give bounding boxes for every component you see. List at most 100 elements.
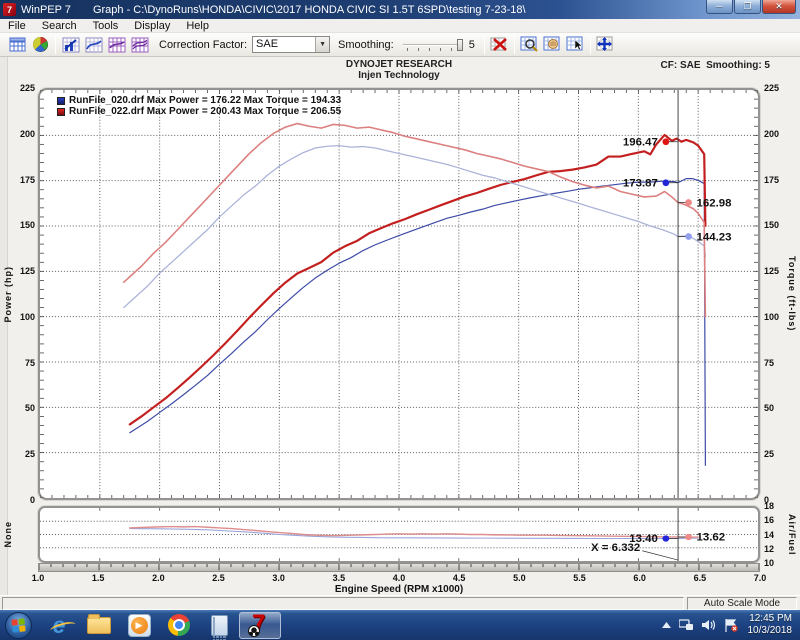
y-tick-left: 50 — [9, 403, 35, 413]
x-tick-label: 1.5 — [84, 573, 112, 583]
chart-subtitle: Injen Technology — [199, 70, 599, 81]
x-tick-label: 6.5 — [686, 573, 714, 583]
taskbar-calculator[interactable] — [199, 611, 239, 639]
taskbar-internet-explorer[interactable]: e — [39, 611, 79, 639]
series-line — [124, 146, 706, 308]
x-tick-label: 5.5 — [566, 573, 594, 583]
y-tick-left: 125 — [9, 266, 35, 276]
x-axis-title: Engine Speed (RPM x1000) — [38, 584, 760, 595]
window-controls: ─ ❐ ✕ — [705, 0, 796, 14]
select-graph-icon[interactable] — [564, 34, 587, 55]
calculator-icon — [211, 615, 228, 636]
volume-icon[interactable] — [702, 619, 716, 631]
move-cursor-icon[interactable] — [594, 34, 617, 55]
media-player-icon: ▶ — [128, 614, 151, 637]
color-wheel-icon[interactable] — [29, 34, 52, 55]
correction-factor-label: Correction Factor: — [159, 39, 247, 51]
af-tick-right: 14 — [764, 530, 790, 540]
graph-compare-icon[interactable] — [105, 34, 128, 55]
legend-label: RunFile_022.drf Max Power = 200.43 Max T… — [69, 106, 341, 117]
svg-text:144.23: 144.23 — [697, 231, 732, 243]
desktop: 7 WinPEP 7 Graph - C:\DynoRuns\HONDA\CIV… — [0, 0, 800, 640]
y-tick-right: 175 — [764, 175, 790, 185]
series-line — [130, 527, 698, 538]
folder-icon — [87, 617, 111, 634]
y-tick-right: 100 — [764, 312, 790, 322]
svg-text:162.98: 162.98 — [697, 197, 732, 209]
correction-factor-select[interactable]: SAE ▼ — [252, 36, 330, 53]
y-tick-right: 50 — [764, 403, 790, 413]
y-tick-right: 225 — [764, 83, 790, 93]
close-button[interactable]: ✕ — [762, 0, 796, 14]
series-line — [130, 135, 706, 424]
svg-text:196.47: 196.47 — [623, 137, 658, 149]
chevron-down-icon[interactable]: ▼ — [315, 37, 329, 52]
af-tick-right: 12 — [764, 544, 790, 554]
x-tick-label: 4.5 — [445, 573, 473, 583]
x-tick-label: 5.0 — [505, 573, 533, 583]
y-tick-right: 200 — [764, 129, 790, 139]
legend-run022: RunFile_022.drf Max Power = 200.43 Max T… — [57, 106, 341, 117]
x-tick-label: 4.0 — [385, 573, 413, 583]
main-plot[interactable]: 196.47173.87162.98144.23 RunFile_020.drf… — [38, 88, 760, 500]
winpep-icon: 7 — [248, 613, 272, 637]
menu-search[interactable]: Search — [34, 19, 85, 33]
y-tick-left: 200 — [9, 129, 35, 139]
x-tick-label: 3.5 — [325, 573, 353, 583]
action-center-flag-icon[interactable] — [724, 619, 738, 632]
power-torque-chart: 196.47173.87162.98144.23 — [40, 90, 758, 498]
windows-logo-icon — [11, 618, 25, 632]
pan-graph-icon[interactable] — [541, 34, 564, 55]
air-fuel-plot[interactable]: 13.4013.62X = 6.332 — [38, 506, 760, 563]
taskbar-winpep-active[interactable]: 7 — [239, 612, 281, 639]
menu-help[interactable]: Help — [178, 19, 217, 33]
chart-correction-info: CF: SAE Smoothing: 5 — [390, 60, 770, 71]
start-button[interactable] — [5, 612, 32, 639]
legend-swatch-red — [57, 108, 65, 116]
y-tick-left: 150 — [9, 220, 35, 230]
x-tick-label: 3.0 — [265, 573, 293, 583]
system-tray: 12:45 PM 10/3/2018 — [658, 613, 800, 637]
taskbar-clock[interactable]: 12:45 PM 10/3/2018 — [748, 613, 793, 637]
af-tick-right: 18 — [764, 501, 790, 511]
y-tick-left: 25 — [9, 449, 35, 459]
x-tick-label: 6.0 — [626, 573, 654, 583]
chart-legend: RunFile_020.drf Max Power = 176.22 Max T… — [57, 95, 341, 117]
taskbar-media-player[interactable]: ▶ — [119, 611, 159, 639]
chrome-icon — [168, 614, 190, 636]
menu-file[interactable]: File — [0, 19, 34, 33]
graph-overlay-icon[interactable] — [128, 34, 151, 55]
series-line — [124, 124, 706, 317]
slider-thumb[interactable] — [457, 39, 463, 51]
taskbar: e ▶ 7 — [0, 610, 800, 640]
y-tick-right: 75 — [764, 358, 790, 368]
scale-mode-indicator: Auto Scale Mode — [687, 597, 797, 610]
maximize-button[interactable]: ❐ — [734, 0, 761, 14]
smoothing-value: 5 — [469, 39, 475, 51]
menu-bar: File Search Tools Display Help — [0, 19, 800, 33]
taskbar-file-explorer[interactable] — [79, 611, 119, 639]
menu-display[interactable]: Display — [126, 19, 178, 33]
network-icon[interactable] — [679, 619, 694, 631]
legend-label: RunFile_020.drf Max Power = 176.22 Max T… — [69, 95, 341, 106]
af-axis-left-title: None — [2, 506, 14, 563]
series-line — [130, 179, 706, 466]
tray-expand-icon[interactable] — [662, 622, 671, 628]
y-axis-left-title: Power (hp) — [2, 88, 14, 500]
svg-text:13.62: 13.62 — [697, 532, 726, 544]
menu-tools[interactable]: Tools — [85, 19, 127, 33]
graph-power-icon[interactable] — [59, 34, 82, 55]
toolbar: Correction Factor: SAE ▼ Smoothing: 5 — [0, 33, 800, 57]
y-tick-left: 75 — [9, 358, 35, 368]
smoothing-slider[interactable] — [403, 37, 463, 53]
graph-line-icon[interactable] — [82, 34, 105, 55]
delete-graph-icon[interactable] — [488, 34, 511, 55]
zoom-graph-icon[interactable] — [518, 34, 541, 55]
taskbar-chrome[interactable] — [159, 611, 199, 639]
data-grid-icon[interactable] — [6, 34, 29, 55]
minimize-button[interactable]: ─ — [706, 0, 733, 14]
y-tick-left: 175 — [9, 175, 35, 185]
title-bar: 7 WinPEP 7 Graph - C:\DynoRuns\HONDA\CIV… — [0, 0, 800, 19]
internet-explorer-icon: e — [53, 615, 66, 635]
smoothing-label: Smoothing: — [338, 39, 394, 51]
